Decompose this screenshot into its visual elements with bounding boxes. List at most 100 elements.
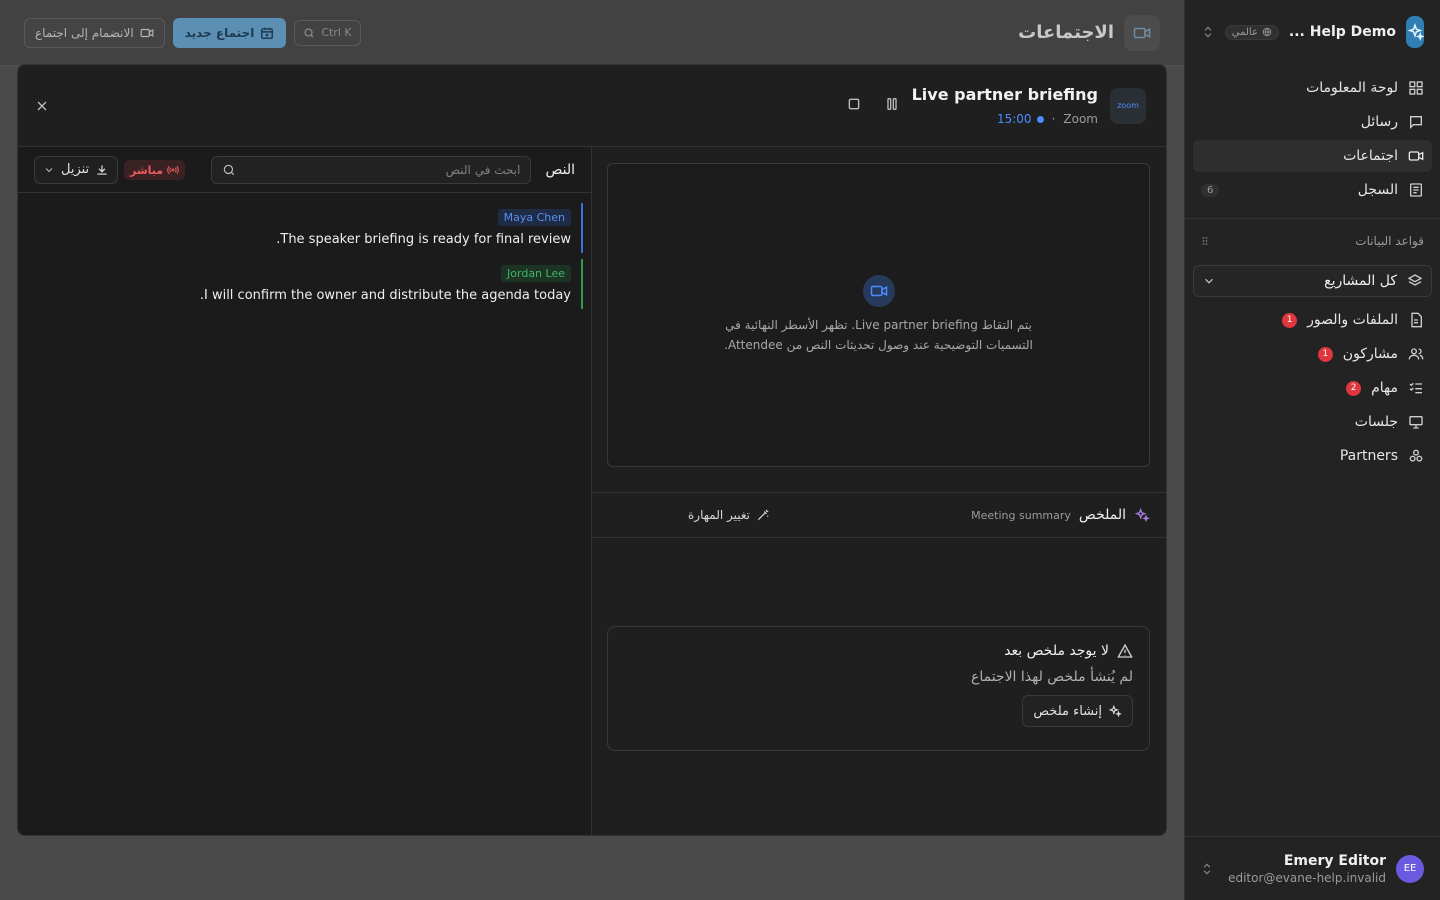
stop-icon[interactable] — [846, 96, 862, 116]
workspace-badge-label: عالمي — [1231, 26, 1258, 38]
database-item-sessions[interactable]: جلسات — [1193, 405, 1432, 439]
transcript-utterance: Jordan Lee I will confirm the owner and … — [18, 259, 583, 309]
nav-item-messages[interactable]: رسائل — [1193, 106, 1432, 138]
transcript-search-input[interactable] — [244, 162, 521, 177]
meeting-title: Live partner briefing — [911, 85, 1098, 104]
join-meeting-label: الانضمام إلى اجتماع — [35, 25, 134, 40]
meeting-platform: Zoom — [1063, 112, 1098, 126]
notification-badge: 1 — [1282, 312, 1298, 328]
video-placeholder: يتم التقاط Live partner briefing. تظهر ا… — [607, 163, 1150, 467]
database-item-label: الملفات والصور — [1307, 312, 1398, 328]
join-meeting-button[interactable]: الانضمام إلى اجتماع — [24, 17, 165, 48]
database-list: الملفات والصور 1 مشاركون 1 مهام 2 جلسات … — [1185, 303, 1440, 473]
meeting-meta: Zoom · 15:00 — [912, 112, 1098, 126]
summary-title: الملخص — [1078, 507, 1126, 523]
generate-summary-button[interactable]: إنشاء ملخص — [1022, 695, 1133, 727]
transcript-search — [211, 155, 532, 184]
transcript-header: النص تنزيل — [18, 147, 591, 193]
change-skill-button[interactable]: تغيير المهارة — [688, 508, 770, 522]
warning-icon — [1117, 643, 1133, 658]
checklist-icon — [1409, 382, 1422, 394]
meeting-time-label: 15:00 — [996, 112, 1032, 126]
globe-icon — [1262, 27, 1272, 37]
download-icon — [97, 164, 107, 175]
notification-badge: 1 — [1317, 346, 1333, 362]
capture-status-text: يتم التقاط Live partner briefing. تظهر ا… — [724, 318, 1033, 352]
recording-controls — [846, 96, 900, 116]
close-icon[interactable] — [34, 98, 50, 114]
broadcast-icon — [167, 165, 179, 175]
drag-handle-icon[interactable] — [1199, 235, 1211, 247]
video-icon — [140, 28, 154, 37]
message-icon — [1410, 116, 1422, 129]
database-item-label: Partners — [1339, 448, 1398, 464]
video-icon — [1124, 14, 1160, 51]
new-meeting-button[interactable]: اجتماع جديد — [172, 17, 287, 48]
meeting-header-text: Live partner briefing Zoom · 15:00 — [912, 85, 1098, 126]
speaker-label[interactable]: Jordan Lee — [501, 265, 571, 282]
shortcut-label: Ctrl K — [321, 26, 352, 39]
log-count-badge: 6 — [1201, 183, 1220, 197]
database-item-tasks[interactable]: مهام 2 — [1193, 371, 1432, 405]
meeting-time: 15:00 — [997, 112, 1044, 126]
transcript-title: النص — [545, 161, 575, 178]
chevrons-up-down-icon[interactable] — [1201, 25, 1215, 39]
pause-icon[interactable] — [884, 96, 900, 116]
summary-header: الملخص Meeting summary تغيير المهارة — [592, 492, 1166, 538]
search-icon — [224, 164, 235, 175]
sparkles-icon — [1134, 507, 1150, 523]
nav-item-label: السجل — [1357, 182, 1398, 198]
header-actions: Ctrl K اجتماع جديد الانضمام إلى اجتماع — [24, 17, 361, 48]
nav-item-dashboard[interactable]: لوحة المعلومات — [1193, 72, 1432, 104]
user-info: Emery Editor editor@evane-help.invalid — [1228, 853, 1386, 885]
nav-item-meetings[interactable]: اجتماعات — [1193, 140, 1432, 172]
database-item-files[interactable]: الملفات والصور 1 — [1193, 303, 1432, 337]
nav-item-label: لوحة المعلومات — [1306, 80, 1398, 96]
users-icon — [1408, 348, 1424, 360]
partners-icon — [1409, 449, 1423, 462]
zoom-logo: zoom — [1110, 87, 1146, 124]
change-skill-label: تغيير المهارة — [688, 508, 751, 522]
media-summary-pane: يتم التقاط Live partner briefing. تظهر ا… — [591, 147, 1166, 835]
command-search-button[interactable]: Ctrl K — [294, 19, 361, 46]
chevrons-up-down-icon[interactable] — [1200, 862, 1214, 876]
project-select[interactable]: كل المشاريع — [1193, 265, 1432, 297]
dashboard-icon — [1409, 81, 1423, 95]
user-menu[interactable]: EE Emery Editor editor@evane-help.invali… — [1184, 836, 1440, 900]
speaker-label[interactable]: Maya Chen — [497, 209, 571, 226]
chevron-down-icon — [1202, 274, 1216, 288]
meta-separator: · — [1051, 112, 1056, 126]
calendar-plus-icon — [261, 27, 274, 39]
search-icon — [304, 27, 314, 37]
database-item-partners[interactable]: Partners — [1193, 439, 1432, 473]
download-button[interactable]: تنزيل — [34, 155, 119, 184]
dialog-header: zoom Live partner briefing Zoom · 15:00 — [18, 65, 1166, 147]
summary-subtitle: Meeting summary — [971, 508, 1071, 522]
database-item-label: مهام — [1371, 380, 1398, 396]
live-label: مباشر — [130, 163, 164, 177]
workspace-name: Help Demo ... — [1288, 24, 1396, 40]
database-item-label: جلسات — [1354, 414, 1398, 430]
live-badge-wrap: مباشر — [124, 160, 186, 180]
video-icon — [1408, 151, 1424, 161]
empty-summary-title: لا يوجد ملخص بعد — [1004, 643, 1109, 659]
transcript-utterance: Maya Chen The speaker briefing is ready … — [18, 203, 583, 253]
workspace-scope-badge: عالمي — [1224, 24, 1279, 40]
workspace-switcher[interactable]: Help Demo ... عالمي — [1185, 0, 1440, 64]
databases-title: قواعد البيانات — [1355, 234, 1424, 248]
meeting-detail-dialog: zoom Live partner briefing Zoom · 15:00 — [17, 64, 1167, 836]
page-header: الاجتماعات Ctrl K اجتماع جديد الانضمام إ… — [0, 0, 1184, 66]
video-icon — [862, 275, 895, 307]
sidebar: Help Demo ... عالمي لوحة المعلومات رسائل… — [1184, 0, 1440, 900]
database-item-label: مشاركون — [1342, 346, 1398, 362]
workspace-logo-icon — [1406, 16, 1424, 48]
database-item-participants[interactable]: مشاركون 1 — [1193, 337, 1432, 371]
utterance-text: The speaker briefing is ready for final … — [276, 232, 571, 247]
nav-item-label: رسائل — [1360, 114, 1398, 130]
user-name: Emery Editor — [1283, 852, 1386, 869]
presentation-icon — [1409, 416, 1423, 429]
utterance-text: I will confirm the owner and distribute … — [199, 288, 571, 303]
nav-item-log[interactable]: السجل 6 — [1193, 174, 1432, 206]
transcript-pane: النص تنزيل مباشر — [18, 147, 591, 835]
file-icon — [1411, 312, 1422, 328]
